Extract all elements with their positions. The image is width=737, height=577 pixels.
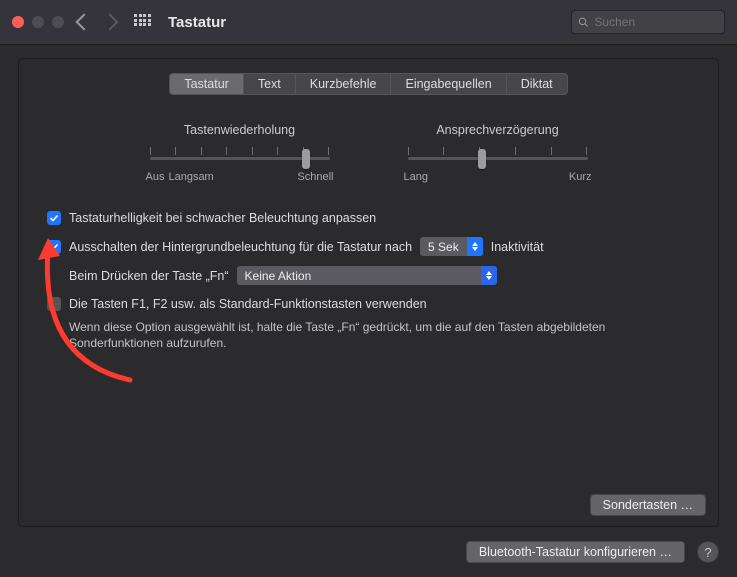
checkmark-icon <box>49 242 59 252</box>
std-fn-checkbox[interactable] <box>47 297 61 311</box>
key-repeat-fast-label: Schnell <box>297 171 333 183</box>
sondertasten-button[interactable]: Sondertasten … <box>590 494 706 516</box>
backlight-delay-value: 5 Sek <box>420 238 467 256</box>
minimize-window-button[interactable] <box>32 16 44 28</box>
tab-diktat[interactable]: Diktat <box>507 74 567 94</box>
fullscreen-window-button[interactable] <box>52 16 64 28</box>
all-prefs-icon[interactable] <box>134 14 150 30</box>
nav-buttons <box>78 16 116 28</box>
backlight-delay-select[interactable]: 5 Sek <box>420 237 483 256</box>
delay-slider[interactable] <box>408 147 588 167</box>
back-button[interactable] <box>76 14 93 31</box>
stepper-icon <box>481 266 497 285</box>
std-fn-label: Die Tasten F1, F2 usw. als Standard-Funk… <box>69 295 427 313</box>
fn-action-select[interactable]: Keine Aktion <box>237 266 497 285</box>
delay-short-label: Kurz <box>569 171 592 183</box>
backlight-off-checkbox[interactable] <box>47 240 61 254</box>
key-repeat-slider[interactable] <box>150 147 330 167</box>
key-repeat-group: Tastenwiederholung Aus Langsam Schnell <box>146 123 334 183</box>
window-controls <box>12 16 64 28</box>
tab-kurzbefehle[interactable]: Kurzbefehle <box>296 74 392 94</box>
fn-key-label: Beim Drücken der Taste „Fn“ <box>69 267 229 285</box>
search-icon <box>578 16 588 28</box>
delay-long-label: Lang <box>404 171 428 183</box>
tab-eingabequellen[interactable]: Eingabequellen <box>391 74 506 94</box>
bluetooth-keyboard-button[interactable]: Bluetooth-Tastatur konfigurieren … <box>466 541 685 563</box>
delay-label: Ansprechverzögerung <box>436 123 558 137</box>
titlebar: Tastatur <box>0 0 737 45</box>
brightness-label: Tastaturhelligkeit bei schwacher Beleuch… <box>69 209 376 227</box>
key-repeat-off-label: Aus <box>146 171 165 183</box>
search-input[interactable] <box>592 14 718 30</box>
delay-group: Ansprechverzögerung Lang Kurz <box>404 123 592 183</box>
key-repeat-thumb[interactable] <box>302 149 310 169</box>
backlight-off-label-pre: Ausschalten der Hintergrundbeleuchtung f… <box>69 238 412 256</box>
tab-tastatur[interactable]: Tastatur <box>170 74 243 94</box>
tab-text[interactable]: Text <box>244 74 296 94</box>
close-window-button[interactable] <box>12 16 24 28</box>
brightness-checkbox[interactable] <box>47 211 61 225</box>
key-repeat-label: Tastenwiederholung <box>184 123 295 137</box>
search-field[interactable] <box>571 10 725 34</box>
checkmark-icon <box>49 213 59 223</box>
fn-action-value: Keine Aktion <box>237 267 320 285</box>
backlight-off-label-post: Inaktivität <box>491 238 544 256</box>
std-fn-help: Wenn diese Option ausgewählt ist, halte … <box>69 319 690 351</box>
key-repeat-slow-label: Langsam <box>168 171 213 183</box>
forward-button[interactable] <box>102 14 119 31</box>
preferences-panel: Tastatur Text Kurzbefehle Eingabequellen… <box>18 58 719 527</box>
window-title: Tastatur <box>168 14 226 31</box>
help-button[interactable]: ? <box>697 541 719 563</box>
tab-bar: Tastatur Text Kurzbefehle Eingabequellen… <box>19 73 718 95</box>
stepper-icon <box>467 237 483 256</box>
delay-thumb[interactable] <box>478 149 486 169</box>
